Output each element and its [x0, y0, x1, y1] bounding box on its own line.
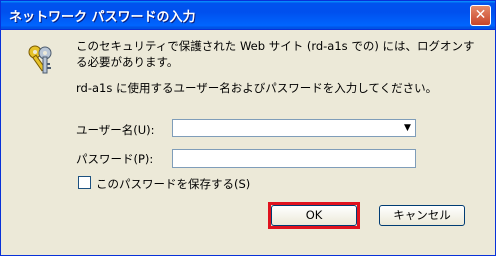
dialog-client-area: このセキュリティで保護された Web サイト (rd-a1s での) には、ログ…: [1, 30, 495, 255]
message-line-1: このセキュリティで保護された Web サイト (rd-a1s での) には、ログ…: [76, 39, 475, 69]
message-line-2: rd-a1s に使用するユーザー名およびパスワードを入力してください。: [76, 81, 438, 95]
save-password-checkbox[interactable]: [78, 176, 91, 189]
window-title: ネットワーク パスワードの入力: [9, 10, 196, 25]
close-button[interactable]: ✕: [470, 5, 491, 26]
cancel-button[interactable]: キャンセル: [379, 205, 465, 226]
close-icon: ✕: [474, 7, 487, 23]
ok-button[interactable]: OK: [271, 205, 357, 226]
title-bar[interactable]: ネットワーク パスワードの入力 ✕: [1, 1, 495, 30]
username-combobox[interactable]: ▼: [172, 119, 416, 137]
username-label: ユーザー名(U):: [76, 123, 155, 137]
password-field[interactable]: [172, 149, 416, 168]
username-dropdown-button[interactable]: ▼: [400, 120, 415, 136]
keys-icon: [28, 45, 52, 74]
chevron-down-icon: ▼: [404, 123, 411, 133]
password-label: パスワード(P):: [76, 152, 154, 166]
network-password-dialog: ネットワーク パスワードの入力 ✕ このセキュリティで保護された Web サイト…: [0, 0, 496, 256]
save-password-label[interactable]: このパスワードを保存する(S): [96, 176, 250, 192]
